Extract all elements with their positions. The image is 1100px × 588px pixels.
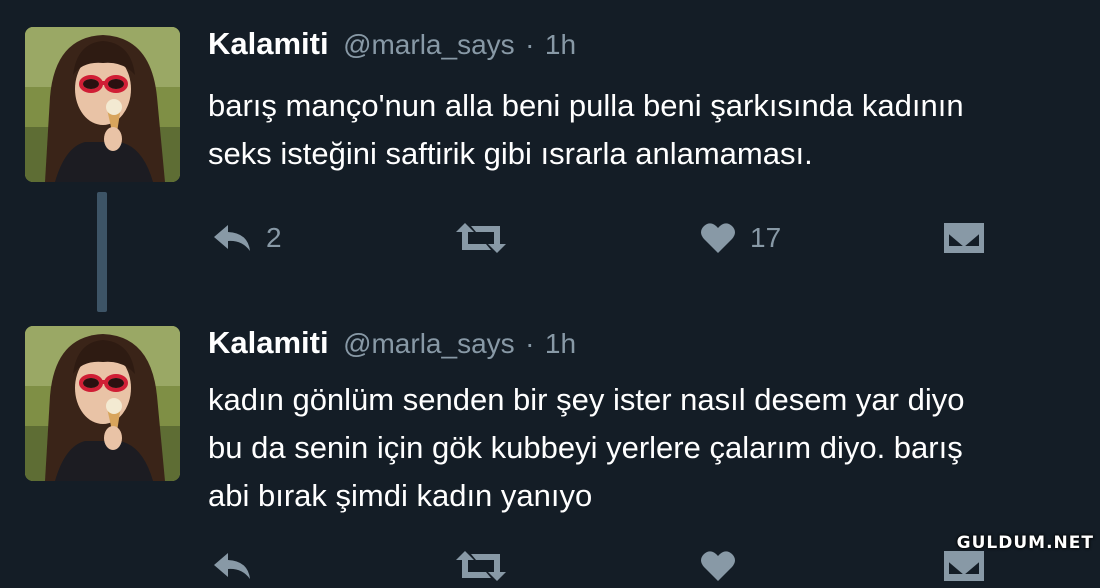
reply-icon bbox=[212, 551, 252, 581]
author-handle[interactable]: @marla_says bbox=[343, 29, 515, 60]
retweet-button[interactable] bbox=[455, 544, 507, 588]
watermark-logo: GULDUM.NET bbox=[956, 533, 1094, 553]
reply-count: 2 bbox=[266, 222, 282, 253]
like-button[interactable] bbox=[700, 544, 736, 588]
tweet-1[interactable]: Kalamiti @marla_says · 1h barış manço'nu… bbox=[0, 0, 1100, 312]
retweet-icon bbox=[455, 221, 507, 255]
tweet-actions: 2 17 bbox=[0, 216, 1100, 260]
retweet-icon bbox=[455, 549, 507, 583]
avatar[interactable] bbox=[25, 27, 180, 182]
tweet-text: kadın gönlüm senden bir şey ister nasıl … bbox=[208, 382, 965, 513]
like-count: 17 bbox=[750, 222, 782, 253]
reply-button[interactable]: 2 bbox=[212, 216, 282, 260]
tweet-header: Kalamiti @marla_says · 1h bbox=[208, 325, 576, 361]
separator-dot: · bbox=[525, 29, 535, 60]
author-handle[interactable]: @marla_says bbox=[343, 328, 515, 359]
separator-dot: · bbox=[525, 328, 535, 359]
tweet-timestamp[interactable]: 1h bbox=[545, 29, 576, 60]
avatar[interactable] bbox=[25, 326, 180, 481]
direct-message-button[interactable] bbox=[943, 216, 985, 260]
reply-button[interactable] bbox=[212, 544, 252, 588]
tweet-2[interactable]: Kalamiti @marla_says · 1h kadın gönlüm s… bbox=[0, 300, 1100, 555]
tweet-text: barış manço'nun alla beni pulla beni şar… bbox=[208, 88, 964, 171]
author-name[interactable]: Kalamiti bbox=[208, 26, 329, 61]
author-name[interactable]: Kalamiti bbox=[208, 325, 329, 360]
retweet-button[interactable] bbox=[455, 216, 507, 260]
tweet-timestamp[interactable]: 1h bbox=[545, 328, 576, 359]
reply-icon bbox=[212, 223, 252, 253]
envelope-icon bbox=[943, 222, 985, 254]
tweet-actions bbox=[0, 544, 1100, 588]
like-button[interactable]: 17 bbox=[700, 216, 781, 260]
tweet-header: Kalamiti @marla_says · 1h bbox=[208, 26, 576, 62]
avatar-image bbox=[25, 326, 180, 481]
heart-icon bbox=[700, 222, 736, 254]
avatar-image bbox=[25, 27, 180, 182]
